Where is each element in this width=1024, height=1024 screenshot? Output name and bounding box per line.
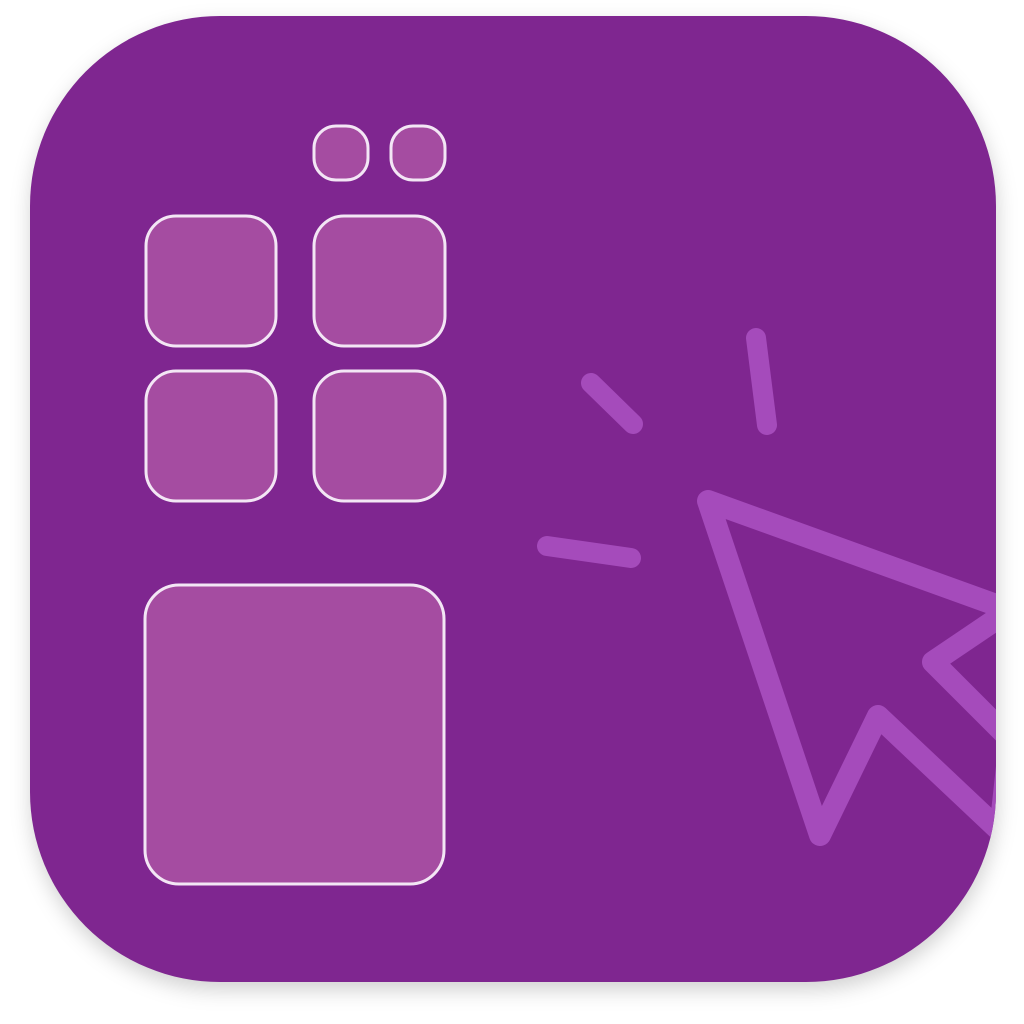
click-ray-top [746,328,777,435]
medium-tile-bottom-left [144,369,278,503]
small-tile-right [389,124,447,182]
medium-tile-top-right [312,214,447,348]
medium-tile-top-left [144,214,278,348]
click-ray-left [537,536,641,568]
large-tile [143,583,446,886]
app-icon [30,16,996,982]
small-tile-left [312,124,370,182]
app-icon-canvas [0,0,1024,1024]
app-icon-artwork [30,16,996,982]
medium-tile-bottom-right [312,369,447,503]
